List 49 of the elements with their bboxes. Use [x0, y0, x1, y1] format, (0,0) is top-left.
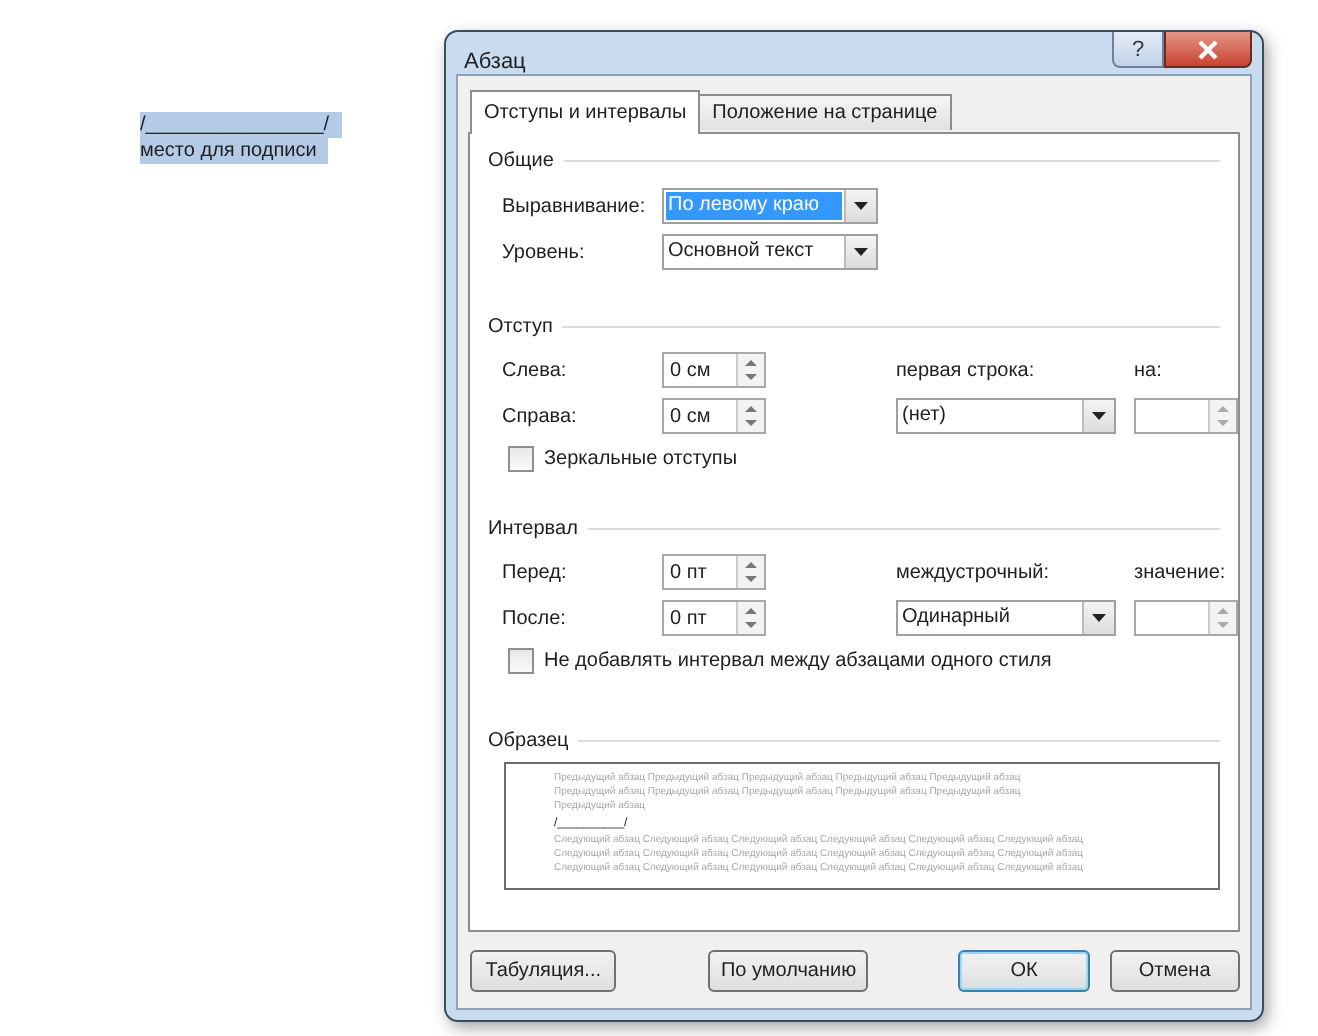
dialog-button[interactable]: Табуляция...: [470, 949, 617, 991]
document-text: место для подписи: [140, 138, 329, 164]
field-label: значение:: [1134, 561, 1228, 583]
field-label: междустрочный:: [896, 561, 1052, 583]
checkbox-label: Зеркальные отступы: [544, 448, 738, 470]
spin-arrows-icon: [1214, 402, 1232, 430]
checkbox[interactable]: [508, 648, 534, 674]
dropdown-arrow-icon: [1092, 614, 1106, 622]
dropdown-arrow-icon: [854, 248, 868, 256]
field-label: Слева:: [502, 359, 569, 381]
section-title: Образец: [488, 729, 569, 751]
section-title: Интервал: [488, 517, 578, 539]
section-title: Общие: [488, 149, 554, 171]
help-button[interactable]: ?: [1112, 32, 1164, 68]
dialog-button[interactable]: ОК: [958, 949, 1090, 991]
dropdown-arrow-icon: [854, 202, 868, 210]
spin-arrows-icon: [742, 558, 760, 586]
spin-field[interactable]: 0 см: [662, 398, 766, 434]
checkbox[interactable]: [508, 446, 534, 472]
field-label: Уровень:: [502, 241, 587, 263]
field-label: После:: [502, 607, 568, 629]
section-title: Отступ: [488, 315, 553, 337]
window-title: Абзац: [464, 50, 526, 74]
dropdown[interactable]: Одинарный: [896, 600, 1116, 636]
checkbox-label: Не добавлять интервал между абзацами одного стиля: [544, 650, 1052, 672]
close-button[interactable]: [1164, 32, 1252, 68]
dropdown[interactable]: Основной текст: [662, 234, 878, 270]
dropdown[interactable]: (нет): [896, 398, 1116, 434]
dialog-button[interactable]: По умолчанию: [708, 949, 869, 991]
spin-field[interactable]: [1134, 600, 1238, 636]
spin-field[interactable]: 0 пт: [662, 554, 766, 590]
spin-field[interactable]: [1134, 398, 1238, 434]
spin-arrows-icon: [742, 402, 760, 430]
tab[interactable]: Положение на странице: [698, 94, 952, 130]
spin-arrows-icon: [1214, 604, 1232, 632]
close-icon: [1196, 39, 1220, 59]
spin-arrows-icon: [742, 356, 760, 384]
tab[interactable]: Отступы и интервалы: [470, 90, 701, 134]
field-label: первая строка:: [896, 359, 1037, 381]
field-label: Выравнивание:: [502, 195, 648, 217]
field-label: Справа:: [502, 405, 579, 427]
field-label: Перед:: [502, 561, 569, 583]
document-text: /________________/: [140, 112, 342, 138]
spin-arrows-icon: [742, 604, 760, 632]
dropdown-arrow-icon: [1092, 412, 1106, 420]
spin-field[interactable]: 0 пт: [662, 600, 766, 636]
spin-field[interactable]: 0 см: [662, 352, 766, 388]
dialog-button[interactable]: Отмена: [1109, 949, 1240, 991]
field-label: на:: [1134, 359, 1164, 381]
